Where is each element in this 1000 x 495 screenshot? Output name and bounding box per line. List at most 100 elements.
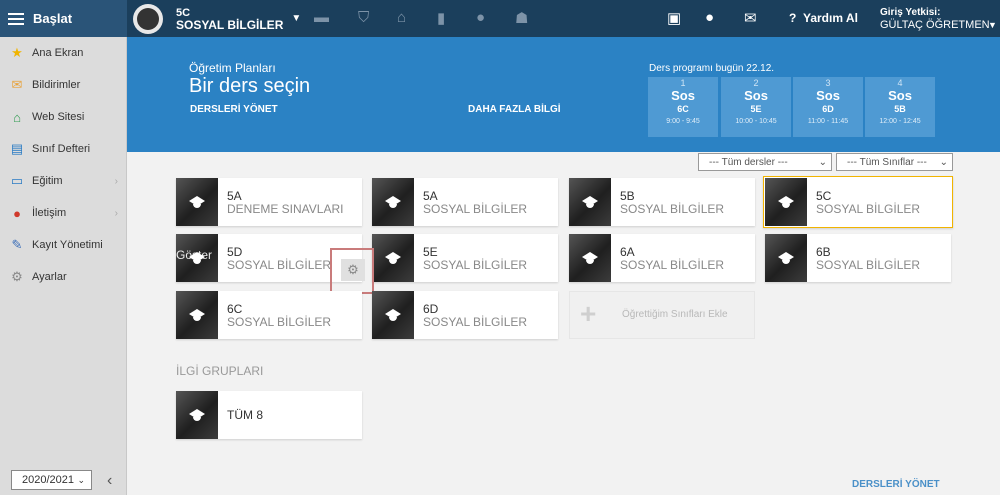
- course-card[interactable]: 5A SOSYAL BİLGİLER: [372, 178, 558, 226]
- course-subject: SOSYAL BİLGİLER: [423, 315, 528, 329]
- chevron-right-icon: ›: [114, 175, 118, 187]
- chevron-down-icon: ▼: [291, 13, 302, 24]
- sidebar-item-label: Bildirimler: [32, 79, 81, 91]
- chevron-right-icon: ›: [114, 207, 118, 219]
- page-title: Bir ders seçin: [189, 75, 311, 97]
- user-menu[interactable]: Giriş Yetkisi: GÜLTAÇ ÖĞRETMEN: [880, 7, 990, 31]
- more-info-link[interactable]: DAHA FAZLA BİLGİ: [468, 104, 561, 115]
- chevron-down-icon[interactable]: ▼: [988, 20, 997, 30]
- sidebar: ★ Ana Ekran ✉ Bildirimler ⌂ Web Sitesi ▤…: [0, 37, 127, 495]
- course-card-selected[interactable]: 5C SOSYAL BİLGİLER: [763, 176, 953, 228]
- graduation-cap-icon: [778, 195, 794, 209]
- course-class: 5B: [620, 189, 635, 203]
- pen-icon: ✎: [11, 237, 23, 252]
- mail-icon[interactable]: ✉: [744, 9, 757, 27]
- courses-filter-select[interactable]: --- Tüm dersler --- ⌄: [698, 153, 832, 171]
- course-card[interactable]: 5A DENEME SINAVLARI: [176, 178, 362, 226]
- graduation-cap-icon: [778, 251, 794, 265]
- course-class: 6C: [227, 302, 243, 316]
- bank-icon[interactable]: ⌂: [397, 9, 406, 26]
- year-select[interactable]: 2020/2021 ⌄: [11, 470, 92, 490]
- envelope-icon: ✉: [11, 77, 23, 92]
- star-icon: ★: [11, 45, 23, 60]
- course-thumbnail: [176, 391, 218, 439]
- bar-chart-icon[interactable]: ▮: [437, 9, 445, 27]
- schedule-slot[interactable]: 4 Sos 5B 12:00 - 12:45: [865, 77, 935, 137]
- graduation-cap-icon: [189, 195, 205, 209]
- course-class: 5A: [423, 189, 438, 203]
- sidebar-item-website[interactable]: ⌂ Web Sitesi: [0, 101, 126, 133]
- chat-bubbles-icon[interactable]: ●: [705, 9, 714, 26]
- class-code: 5C: [176, 6, 191, 19]
- graduation-cap-icon: [189, 308, 205, 322]
- sidebar-item-class-book[interactable]: ▤ Sınıf Defteri: [0, 133, 126, 165]
- shield-icon[interactable]: ⛉: [358, 9, 369, 26]
- manage-courses-link[interactable]: DERSLERİ YÖNET: [190, 104, 278, 115]
- course-thumbnail: [176, 291, 218, 339]
- sidebar-item-label: İletişim: [32, 207, 67, 219]
- course-card[interactable]: 5E SOSYAL BİLGİLER: [372, 234, 558, 282]
- graduation-cap-icon: [582, 195, 598, 209]
- graduation-cap-icon: [189, 408, 205, 422]
- sidebar-item-label: Web Sitesi: [32, 111, 85, 123]
- slot-time: 12:00 - 12:45: [879, 118, 921, 125]
- gear-icon: ⚙: [11, 269, 23, 284]
- course-subject: SOSYAL BİLGİLER: [816, 258, 921, 272]
- graduation-cap-icon: [385, 251, 401, 265]
- slot-subject: Sos: [816, 88, 840, 103]
- sidebar-item-notifications[interactable]: ✉ Bildirimler: [0, 69, 126, 101]
- collapse-sidebar-icon[interactable]: ‹: [107, 472, 112, 490]
- class-avatar: [133, 3, 163, 34]
- briefcase-icon[interactable]: ▬: [314, 9, 329, 26]
- course-subject: SOSYAL BİLGİLER: [227, 258, 332, 272]
- course-class: 5C: [816, 189, 832, 203]
- classes-filter-value: --- Tüm Sınıflar ---: [847, 156, 927, 168]
- course-subject: SOSYAL BİLGİLER: [423, 258, 528, 272]
- sidebar-item-registration[interactable]: ✎ Kayıt Yönetimi: [0, 229, 126, 261]
- slot-subject: Sos: [744, 88, 768, 103]
- show-overlay-label[interactable]: Göster: [176, 248, 218, 262]
- start-label: Başlat: [33, 11, 73, 26]
- schedule-slot[interactable]: 3 Sos 6D 11:00 - 11:45: [793, 77, 863, 137]
- class-selector[interactable]: 5C SOSYAL BİLGİLER ▼: [133, 0, 301, 37]
- course-card[interactable]: 6C SOSYAL BİLGİLER: [176, 291, 362, 339]
- classes-filter-select[interactable]: --- Tüm Sınıflar --- ⌄: [836, 153, 953, 171]
- plus-icon: +: [580, 298, 597, 329]
- course-card[interactable]: 6A SOSYAL BİLGİLER: [569, 234, 755, 282]
- start-menu-button[interactable]: Başlat: [0, 0, 127, 37]
- manage-courses-footer-link[interactable]: DERSLERİ YÖNET: [852, 479, 940, 490]
- slot-time: 11:00 - 11:45: [807, 118, 849, 125]
- sidebar-item-settings[interactable]: ⚙ Ayarlar: [0, 261, 126, 293]
- slot-time: 10:00 - 10:45: [735, 118, 777, 125]
- slot-class: 5B: [894, 104, 906, 114]
- sidebar-item-communication[interactable]: ● İletişim ›: [0, 197, 126, 229]
- user-role: Giriş Yetkisi:: [880, 7, 941, 18]
- add-classes-label: Öğrettiğim Sınıfları Ekle: [622, 309, 728, 320]
- course-subject: SOSYAL BİLGİLER: [227, 315, 332, 329]
- sidebar-item-label: Ana Ekran: [32, 47, 84, 59]
- users-icon[interactable]: ☗: [515, 9, 528, 27]
- course-card[interactable]: 5B SOSYAL BİLGİLER: [569, 178, 755, 226]
- group-name: TÜM 8: [227, 408, 263, 422]
- help-button[interactable]: ? Yardım Al: [789, 11, 858, 25]
- schedule-slot[interactable]: 1 Sos 6C 9:00 - 9:45: [648, 77, 718, 137]
- graduation-cap-icon: [385, 308, 401, 322]
- chevron-down-icon: ⌄: [818, 156, 827, 168]
- course-card[interactable]: 6B SOSYAL BİLGİLER: [765, 234, 951, 282]
- schedule-slot[interactable]: 2 Sos 5E 10:00 - 10:45: [721, 77, 791, 137]
- help-icon: ?: [789, 11, 803, 25]
- sidebar-item-home[interactable]: ★ Ana Ekran: [0, 37, 126, 69]
- add-classes-button[interactable]: + Öğrettiğim Sınıfları Ekle: [569, 291, 755, 339]
- course-subject: SOSYAL BİLGİLER: [620, 202, 725, 216]
- class-subject: SOSYAL BİLGİLER: [176, 17, 284, 32]
- banner-subtitle: Öğretim Planları: [189, 61, 276, 75]
- interest-group-card[interactable]: TÜM 8: [176, 391, 362, 439]
- sidebar-item-education[interactable]: ▭ Eğitim ›: [0, 165, 126, 197]
- compass-icon[interactable]: ●: [476, 9, 485, 26]
- year-value: 2020/2021: [22, 474, 74, 486]
- course-card[interactable]: 6D SOSYAL BİLGİLER: [372, 291, 558, 339]
- screen-share-icon[interactable]: ▣: [667, 9, 681, 27]
- course-class: 6D: [423, 302, 439, 316]
- help-label: Yardım Al: [803, 11, 858, 25]
- gear-icon[interactable]: ⚙: [341, 259, 365, 281]
